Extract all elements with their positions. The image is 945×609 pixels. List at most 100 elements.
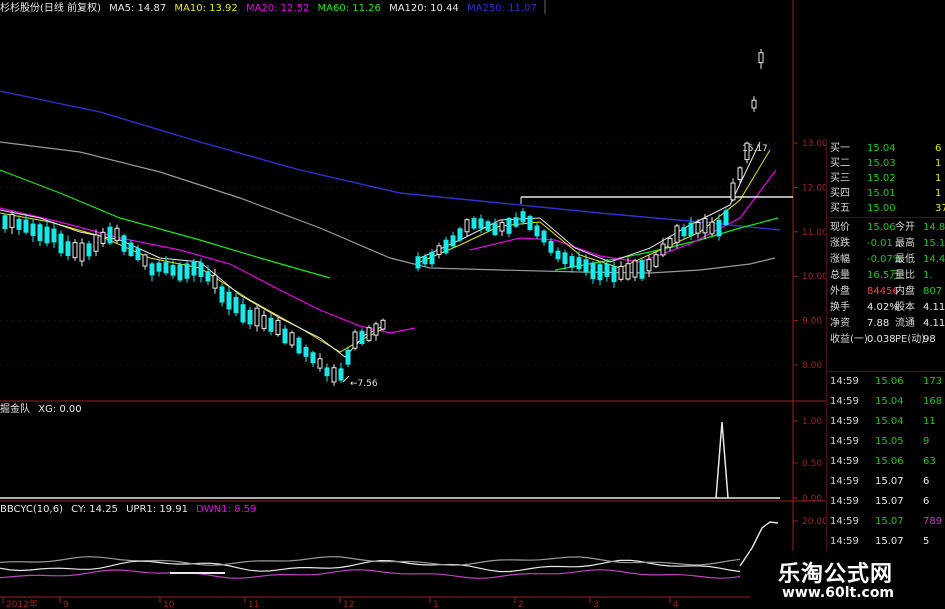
stat-value: 15.06 <box>867 222 896 233</box>
stat-value-2: 4.11 <box>923 302 945 313</box>
stat-value: -0.01 <box>867 238 893 249</box>
time-axis-label: 4 <box>673 600 679 609</box>
candle-body <box>30 223 36 236</box>
upr1-line <box>0 556 741 566</box>
candle-body <box>611 266 617 283</box>
ma120-line <box>0 141 776 274</box>
tick-price: 15.06 <box>875 456 904 467</box>
stat-row: 净资 7.88 流通 4.11 <box>827 316 945 331</box>
tick-row: 14:59 15.07 789 <box>827 514 945 530</box>
price-axis-label: 8.00 <box>802 361 822 371</box>
tick-time: 14:59 <box>830 416 859 427</box>
bid-price: 15.02 <box>867 173 896 184</box>
tick-time: 14:59 <box>830 396 859 407</box>
stat-label-2: 内盘 <box>895 286 915 297</box>
bid-volume: 1 <box>935 188 942 199</box>
watermark-url: www.60lt.com <box>782 585 895 601</box>
tick-volume: 173 <box>923 376 943 387</box>
candle-body <box>240 304 246 323</box>
tick-time: 14:59 <box>830 496 859 507</box>
candle-body <box>324 367 330 377</box>
candle-body <box>23 219 29 233</box>
indicator-1-header: 掘金队 XG: 0.00 <box>0 403 87 417</box>
candle-body <box>513 217 519 227</box>
candle-body <box>149 263 155 276</box>
stat-row: 现价 15.06 今开 14.8 <box>827 220 945 235</box>
bid-volume: 37 <box>935 203 945 214</box>
ma5-line-2 <box>419 141 761 263</box>
tick-volume: 11 <box>923 416 936 427</box>
candle-body <box>555 250 561 260</box>
stat-value: 4.02% <box>867 302 899 313</box>
tick-time: 14:59 <box>830 536 859 547</box>
candle-body <box>541 230 547 243</box>
stat-label-2: PE(动) <box>895 334 926 345</box>
chart-axes: 13.00 12.00 11.00 10.00 9.00 8.00 1.00 0.50 0.00… <box>0 0 828 609</box>
kline-chart[interactable]: 13.00 12.00 11.00 10.00 9.00 8.00 1.00 0.50 0.00… <box>0 0 945 609</box>
stat-row: 收益(一) 0.038 PE(动) 98 <box>827 332 945 347</box>
candle-body <box>520 211 526 223</box>
candle-body <box>289 332 295 346</box>
candle-body <box>646 258 652 272</box>
candle-body <box>380 319 386 330</box>
bid-label: 买四 <box>830 188 850 199</box>
tick-price: 15.04 <box>875 396 904 407</box>
price-axis-label: 11.00 <box>802 228 828 238</box>
candle-body <box>44 226 50 244</box>
high-price-label: 15.17 <box>742 144 768 154</box>
indicator-2-header: BBCYC(10,6) CY: 14.25 UPR1: 19.91 DWN1: … <box>0 503 261 517</box>
stat-label: 现价 <box>830 222 850 233</box>
candle-body <box>457 228 463 241</box>
indicator-1-xg: XG: 0.00 <box>38 404 82 415</box>
candle-body <box>331 367 337 383</box>
tick-volume: 6 <box>923 496 930 507</box>
bid-label: 买三 <box>830 173 850 184</box>
candle-body <box>338 368 344 381</box>
tick-row: 14:59 15.04 168 <box>827 394 945 410</box>
candle-body <box>751 99 757 109</box>
indicator-2-upr: UPR1: 19.91 <box>126 504 188 515</box>
candle-body <box>632 260 638 278</box>
time-axis-label: 12 <box>343 600 354 609</box>
candle-body <box>198 262 204 277</box>
candle-body <box>275 319 281 336</box>
bid-price: 15.04 <box>867 143 896 154</box>
indicator-1-plot <box>0 421 780 499</box>
stat-label-2: 流通 <box>895 318 915 329</box>
candle-body <box>317 358 323 369</box>
ma60-line <box>0 169 331 279</box>
tick-price: 15.07 <box>875 536 904 547</box>
stat-value: 0.038 <box>867 334 896 345</box>
ma250-line <box>0 90 781 231</box>
candle-body <box>191 260 197 276</box>
tick-time: 14:59 <box>830 376 859 387</box>
stat-value-2: 98 <box>923 334 936 345</box>
price-axis-label: 9.00 <box>802 317 822 327</box>
tick-price: 15.07 <box>875 476 904 487</box>
stat-label: 换手 <box>830 302 850 313</box>
low-price-label: ←7.56 <box>350 379 378 389</box>
candle-body <box>639 259 645 279</box>
tick-time: 14:59 <box>830 456 859 467</box>
tick-price: 15.07 <box>875 516 904 527</box>
tick-volume: 63 <box>923 456 936 467</box>
candle-body <box>352 331 358 349</box>
candle-body <box>268 317 274 332</box>
stat-label: 净资 <box>830 318 850 329</box>
candle-body <box>583 259 589 273</box>
tick-price: 15.05 <box>875 436 904 447</box>
stat-label: 外盘 <box>830 286 850 297</box>
candle-body <box>534 225 540 237</box>
ma10-line <box>0 212 386 353</box>
candle-body <box>688 222 694 237</box>
candle-body <box>310 352 316 364</box>
quote-panel: 买一 15.04 6 买二 15.03 1 买三 15.02 1 买四 15.01 1 买五 15.00 3… <box>826 140 945 609</box>
candle-body <box>121 235 127 252</box>
stat-value-2: 14.4 <box>923 254 945 265</box>
candle-body <box>296 337 302 354</box>
candle-body <box>702 218 708 234</box>
indicator-2-plot <box>0 521 779 579</box>
bid-row: 买二 15.03 1 <box>827 156 945 171</box>
candle-body <box>51 228 57 243</box>
price-axis-label: 12.00 <box>802 183 828 193</box>
